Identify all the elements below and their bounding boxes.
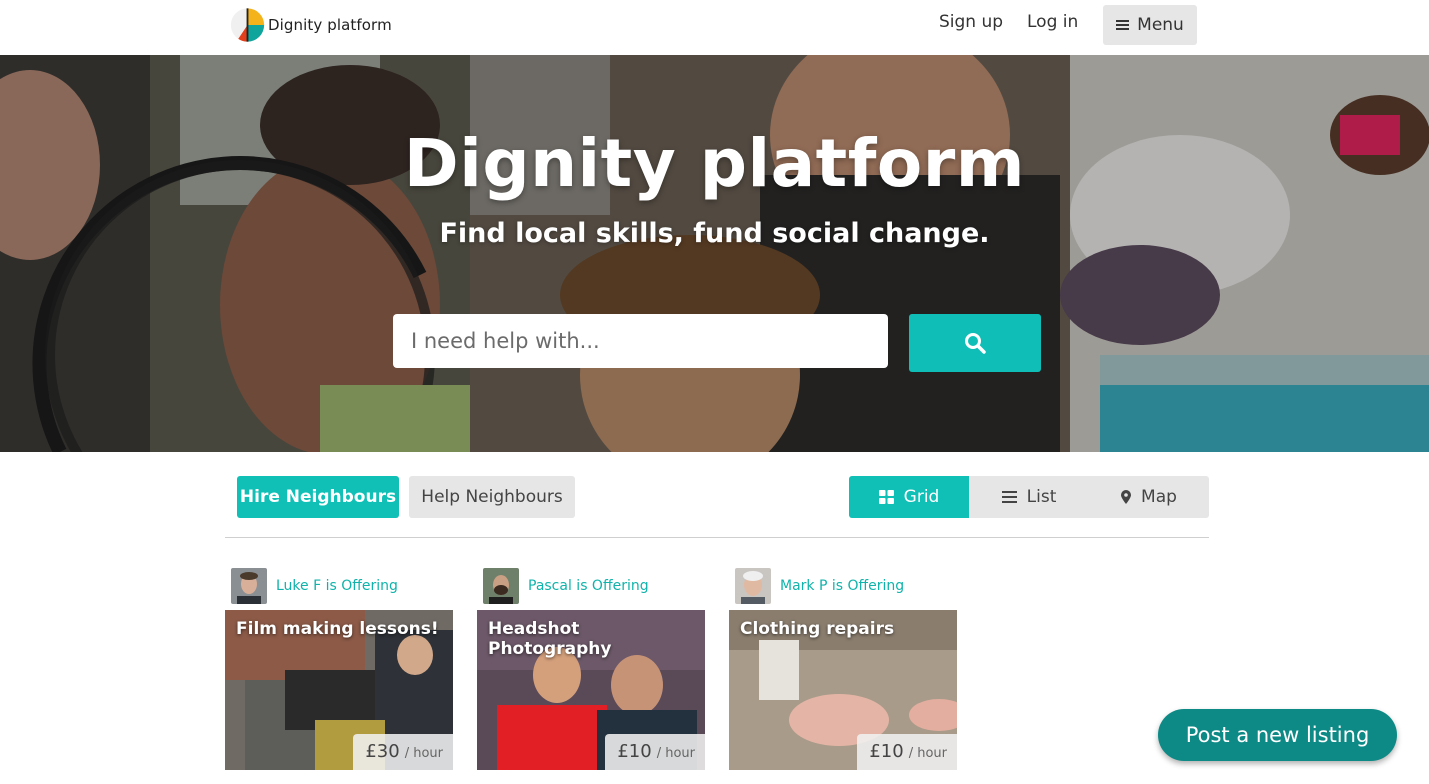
hero-subtitle: Find local skills, fund social change. <box>439 218 990 249</box>
map-pin-icon <box>1121 490 1132 504</box>
listing-author: Luke F is Offering <box>225 568 453 604</box>
listing-author-name[interactable]: Pascal is Offering <box>528 578 649 594</box>
listing-image[interactable]: Headshot Photography £10 / hour <box>477 610 705 770</box>
listing-author-name[interactable]: Mark P is Offering <box>780 578 904 594</box>
avatar[interactable] <box>735 568 771 604</box>
view-mode-switcher: Grid List Map <box>849 476 1209 518</box>
price-value: £10 <box>617 741 652 762</box>
grid-icon <box>878 490 894 504</box>
list-icon <box>1001 491 1017 503</box>
price-unit: / hour <box>908 746 947 761</box>
view-map-button[interactable]: Map <box>1089 476 1209 518</box>
view-grid-label: Grid <box>903 487 940 507</box>
search-input[interactable] <box>393 314 888 368</box>
hero-banner: Dignity platform Find local skills, fund… <box>0 55 1429 452</box>
top-bar: Dignity platform Sign up Log in Menu <box>0 0 1429 55</box>
section-divider <box>225 537 1209 538</box>
listing-card: Pascal is Offering Headshot Photography … <box>477 568 705 770</box>
listing-image[interactable]: Clothing repairs £10 / hour <box>729 610 957 770</box>
listing-price: £10 / hour <box>857 734 957 770</box>
hero-overlay <box>0 55 1429 452</box>
hero-title: Dignity platform <box>403 125 1026 202</box>
price-unit: / hour <box>656 746 695 761</box>
price-value: £30 <box>365 741 400 762</box>
listing-title: Film making lessons! <box>236 619 439 639</box>
menu-label: Menu <box>1137 15 1184 35</box>
view-list-label: List <box>1026 487 1057 507</box>
listing-card: Luke F is Offering Film making lessons! … <box>225 568 453 770</box>
price-unit: / hour <box>404 746 443 761</box>
logo-icon <box>230 8 265 42</box>
hamburger-icon <box>1116 20 1130 30</box>
listing-author: Mark P is Offering <box>729 568 957 604</box>
listing-title: Clothing repairs <box>740 619 895 639</box>
avatar[interactable] <box>231 568 267 604</box>
search-button[interactable] <box>909 314 1041 372</box>
search-icon <box>965 333 986 354</box>
listing-price: £10 / hour <box>605 734 705 770</box>
view-map-label: Map <box>1141 487 1177 507</box>
avatar[interactable] <box>483 568 519 604</box>
menu-button[interactable]: Menu <box>1103 5 1197 45</box>
view-grid-button[interactable]: Grid <box>849 476 969 518</box>
listing-price: £30 / hour <box>353 734 453 770</box>
listing-author: Pascal is Offering <box>477 568 705 604</box>
view-list-button[interactable]: List <box>969 476 1089 518</box>
listing-card: Mark P is Offering Clothing repairs £10 … <box>729 568 957 770</box>
login-link[interactable]: Log in <box>1027 12 1078 32</box>
logo[interactable]: Dignity platform <box>229 5 392 45</box>
logo-text: Dignity platform <box>268 16 392 34</box>
tab-hire-neighbours[interactable]: Hire Neighbours <box>237 476 399 518</box>
price-value: £10 <box>869 741 904 762</box>
listing-title: Headshot Photography <box>488 619 612 659</box>
listing-image[interactable]: Film making lessons! £30 / hour <box>225 610 453 770</box>
listing-author-name[interactable]: Luke F is Offering <box>276 578 398 594</box>
tab-help-neighbours[interactable]: Help Neighbours <box>409 476 575 518</box>
signup-link[interactable]: Sign up <box>939 12 1003 32</box>
post-new-listing-button[interactable]: Post a new listing <box>1158 709 1397 761</box>
